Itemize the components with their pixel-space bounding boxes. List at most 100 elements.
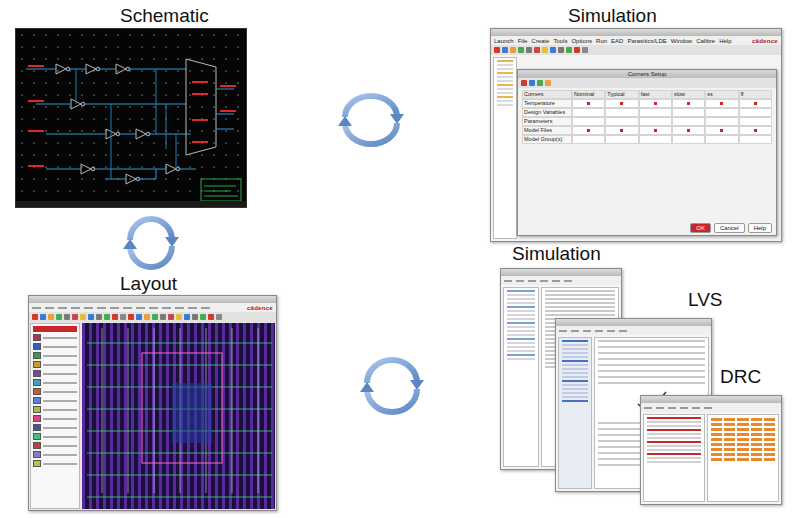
table-cell[interactable] xyxy=(605,126,638,135)
table-cell[interactable] xyxy=(705,126,738,135)
tool-button[interactable] xyxy=(40,314,46,320)
tool-button[interactable] xyxy=(542,47,548,53)
tool-button[interactable] xyxy=(96,314,102,320)
menu-item[interactable]: Parasitics/LDE xyxy=(627,38,666,44)
tool-button[interactable] xyxy=(550,47,556,53)
tool-button[interactable] xyxy=(208,314,214,320)
tool-button[interactable] xyxy=(160,314,166,320)
table-cell[interactable] xyxy=(739,99,772,108)
tool-button[interactable] xyxy=(518,47,524,53)
tool-button[interactable] xyxy=(32,314,38,320)
tool-button[interactable] xyxy=(566,47,572,53)
tool-button[interactable] xyxy=(192,314,198,320)
table-cell[interactable] xyxy=(572,99,605,108)
table-cell[interactable] xyxy=(572,108,605,117)
tool-button[interactable] xyxy=(152,314,158,320)
layer-row[interactable] xyxy=(33,334,77,341)
menu-item[interactable]: Run xyxy=(596,38,607,44)
table-cell[interactable] xyxy=(572,135,605,144)
table-cell[interactable] xyxy=(739,135,772,144)
layer-row[interactable] xyxy=(33,343,77,350)
layer-row[interactable] xyxy=(33,352,77,359)
tool-button[interactable] xyxy=(120,314,126,320)
table-cell[interactable] xyxy=(705,99,738,108)
layer-row[interactable] xyxy=(33,433,77,440)
table-cell[interactable] xyxy=(672,135,705,144)
table-cell[interactable] xyxy=(639,126,672,135)
layer-row[interactable] xyxy=(33,379,77,386)
table-cell[interactable] xyxy=(605,108,638,117)
tool-button[interactable] xyxy=(200,314,206,320)
tool-button[interactable] xyxy=(502,47,508,53)
table-cell[interactable] xyxy=(705,135,738,144)
tool-button[interactable] xyxy=(144,314,150,320)
tool-button[interactable] xyxy=(534,47,540,53)
table-cell[interactable] xyxy=(605,135,638,144)
tool-button[interactable] xyxy=(184,314,190,320)
table-cell[interactable] xyxy=(672,99,705,108)
dialog-button[interactable]: Cancel xyxy=(714,223,745,233)
menu-item[interactable]: Tools xyxy=(553,38,567,44)
tool-button[interactable] xyxy=(582,47,588,53)
table-cell[interactable] xyxy=(572,126,605,135)
table-cell[interactable] xyxy=(639,117,672,126)
table-cell[interactable] xyxy=(672,117,705,126)
tool-button[interactable] xyxy=(64,314,70,320)
layer-row[interactable] xyxy=(33,415,77,422)
menu-item[interactable]: Launch xyxy=(494,38,514,44)
table-cell[interactable] xyxy=(739,108,772,117)
tool-button[interactable] xyxy=(48,314,54,320)
tool-button[interactable] xyxy=(510,47,516,53)
tool-button[interactable] xyxy=(558,47,564,53)
layer-row[interactable] xyxy=(33,442,77,449)
dialog-button[interactable]: OK xyxy=(690,223,711,233)
menu-item[interactable]: Options xyxy=(571,38,592,44)
layer-row[interactable] xyxy=(33,370,77,377)
table-cell[interactable] xyxy=(605,117,638,126)
tool-button[interactable] xyxy=(56,314,62,320)
tool-button[interactable] xyxy=(526,47,532,53)
table-cell[interactable] xyxy=(639,108,672,117)
layer-row[interactable] xyxy=(33,388,77,395)
layer-row[interactable] xyxy=(33,424,77,431)
menu-item[interactable]: Help xyxy=(719,38,731,44)
table-cell[interactable] xyxy=(705,117,738,126)
layer-row[interactable] xyxy=(33,406,77,413)
menu-item[interactable]: Window xyxy=(671,38,692,44)
tool-button[interactable] xyxy=(168,314,174,320)
tool-button[interactable] xyxy=(72,314,78,320)
layout-canvas[interactable] xyxy=(82,323,275,509)
dialog-button[interactable]: Help xyxy=(748,223,772,233)
table-cell[interactable] xyxy=(639,135,672,144)
tool-button[interactable] xyxy=(216,314,222,320)
menu-item[interactable]: EAD xyxy=(611,38,623,44)
tool-button[interactable] xyxy=(574,47,580,53)
tool-button[interactable] xyxy=(521,80,527,86)
tool-button[interactable] xyxy=(537,80,543,86)
menu-item[interactable]: File xyxy=(518,38,528,44)
menu-item[interactable]: Create xyxy=(531,38,549,44)
tool-button[interactable] xyxy=(128,314,134,320)
table-cell[interactable] xyxy=(705,108,738,117)
tool-button[interactable] xyxy=(136,314,142,320)
layer-row[interactable] xyxy=(33,361,77,368)
table-cell[interactable] xyxy=(605,99,638,108)
table-cell[interactable] xyxy=(639,99,672,108)
layer-row[interactable] xyxy=(33,451,77,458)
tool-button[interactable] xyxy=(494,47,500,53)
tool-button[interactable] xyxy=(545,80,551,86)
tool-button[interactable] xyxy=(88,314,94,320)
tool-button[interactable] xyxy=(112,314,118,320)
table-cell[interactable] xyxy=(739,117,772,126)
table-cell[interactable] xyxy=(672,108,705,117)
table-cell[interactable] xyxy=(572,117,605,126)
layer-row[interactable] xyxy=(33,397,77,404)
tool-button[interactable] xyxy=(176,314,182,320)
table-cell[interactable] xyxy=(739,126,772,135)
layer-row[interactable] xyxy=(33,460,77,467)
tool-button[interactable] xyxy=(529,80,535,86)
tool-button[interactable] xyxy=(80,314,86,320)
tool-button[interactable] xyxy=(104,314,110,320)
table-cell[interactable] xyxy=(672,126,705,135)
menu-item[interactable]: Calibre xyxy=(696,38,715,44)
